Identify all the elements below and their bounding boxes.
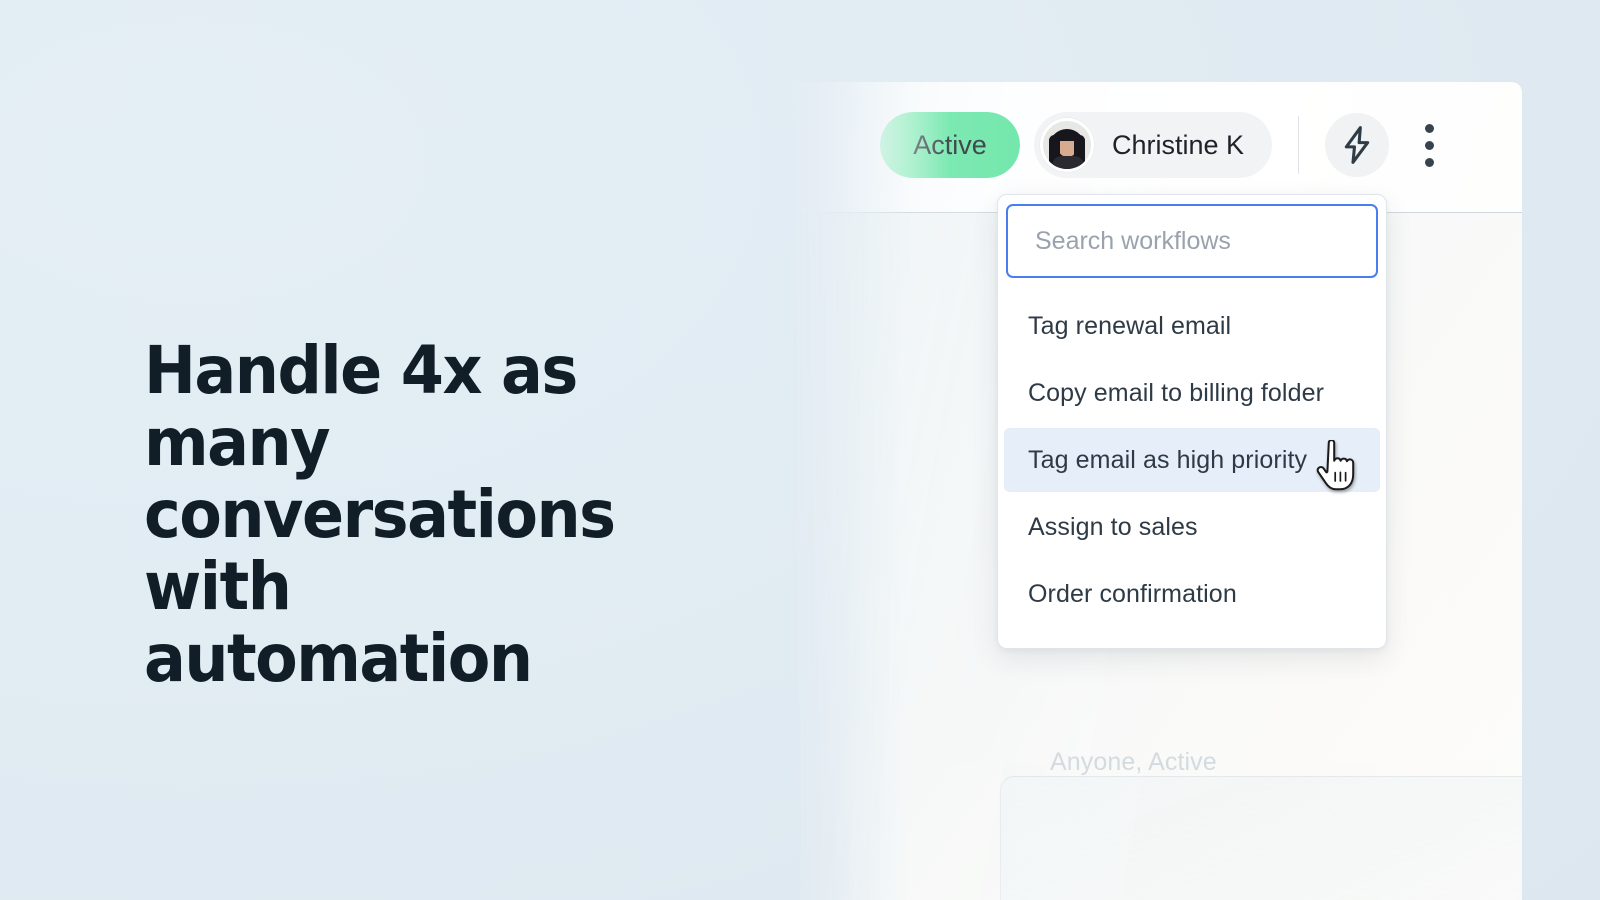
workflow-item-label: Copy email to billing folder [1028,378,1325,407]
search-row [998,204,1386,278]
workflow-dropdown: Tag renewal email Copy email to billing f… [997,194,1387,649]
workflow-item[interactable]: Order confirmation [998,562,1386,626]
hero-section: Handle 4x as many conversations with aut… [144,335,784,695]
ghost-card [1000,776,1522,900]
more-options-button[interactable] [1409,113,1449,177]
header-controls: Active Christine K [880,112,1449,178]
status-badge-label: Active [913,129,987,160]
lightning-bolt-icon [1344,126,1370,164]
avatar [1040,118,1094,172]
workflow-item-label: Tag email as high priority [1028,445,1308,474]
workflow-item[interactable]: Tag renewal email [998,294,1386,358]
workflow-item-label: Assign to sales [1028,512,1198,541]
header-separator [1298,116,1300,174]
workflow-item-label: Order confirmation [1028,579,1237,608]
page-title: Handle 4x as many conversations with aut… [144,332,616,697]
kebab-dot-1 [1424,123,1434,133]
kebab-dot-3 [1424,157,1434,167]
search-input[interactable] [1006,204,1378,278]
user-chip[interactable]: Christine K [1034,112,1273,178]
workflow-item-label: Tag renewal email [1028,311,1232,340]
workflow-item[interactable]: Copy email to billing folder [998,361,1386,425]
user-name: Christine K [1112,129,1245,160]
kebab-dot-2 [1424,140,1434,150]
ghost-filter-label: Anyone, Active [1050,748,1217,776]
status-badge[interactable]: Active [880,112,1020,178]
workflow-item[interactable]: Assign to sales [998,495,1386,559]
mouse-cursor-pointer-icon [1314,439,1358,494]
automation-button[interactable] [1325,113,1390,177]
